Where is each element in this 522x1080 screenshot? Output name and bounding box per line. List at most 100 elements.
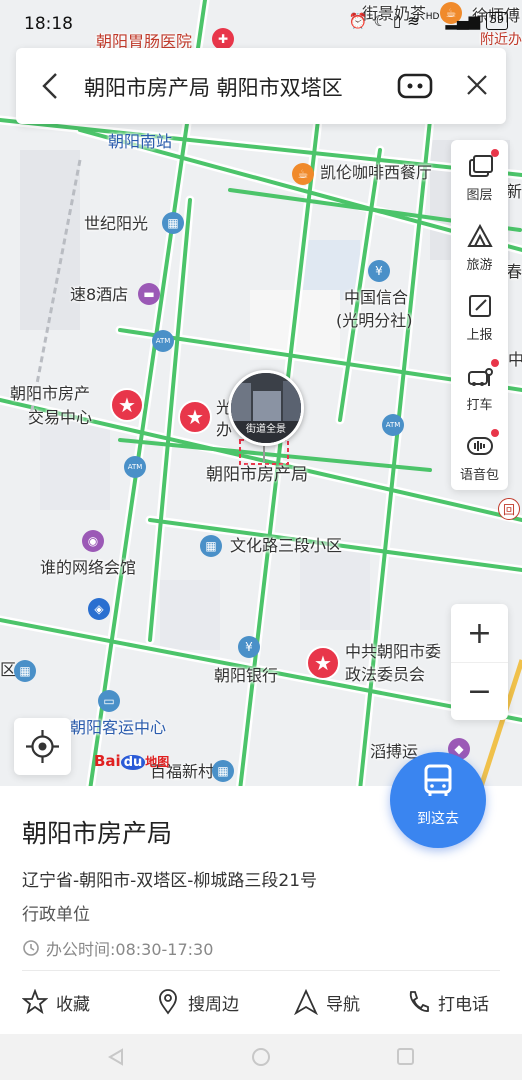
nav-home-icon xyxy=(252,1048,270,1066)
search-query[interactable]: 朝阳市房产局 朝阳市双塔区 xyxy=(84,72,343,102)
go-here-button[interactable]: 到这去 xyxy=(390,752,486,848)
badge-dot xyxy=(491,149,499,157)
poi-label[interactable]: 政法委员会 xyxy=(345,665,425,685)
crosshair-icon xyxy=(26,730,59,763)
nav-back-icon xyxy=(108,1048,123,1066)
navigation-arrow-icon xyxy=(294,989,318,1015)
taxi-icon xyxy=(468,368,493,386)
favorite-button[interactable]: 收藏 xyxy=(22,988,90,1016)
atm-icon[interactable]: ATM xyxy=(124,456,146,478)
star-pin-icon[interactable]: ★ xyxy=(306,646,340,680)
poi-label[interactable]: 朝阳市房产 xyxy=(10,384,90,404)
go-here-label: 到这去 xyxy=(417,811,459,827)
badge-dot xyxy=(491,429,499,437)
status-bar: 18:18 ⏰ ☾ ▯ ≋ HD ▂▄▆ 59 xyxy=(0,0,522,48)
poi-label[interactable]: 凯伦咖啡西餐厅 xyxy=(320,163,432,183)
poi-label[interactable]: (光明分社) xyxy=(336,311,413,331)
baidu-map-logo: Bai du 地图 xyxy=(94,752,169,770)
system-nav-bar xyxy=(0,1034,522,1080)
moon-icon: ☾ xyxy=(373,12,387,30)
building-icon[interactable]: ▦ xyxy=(200,535,222,557)
building-icon[interactable]: ▦ xyxy=(14,660,36,682)
tool-taxi[interactable]: 打车 xyxy=(451,350,508,420)
poi-label[interactable]: 办 xyxy=(216,420,232,440)
star-outline-icon xyxy=(22,989,48,1015)
poi-label[interactable]: 交易中心 xyxy=(28,408,92,428)
building-icon[interactable]: ▦ xyxy=(162,212,184,234)
search-nearby-button[interactable]: 搜周边 xyxy=(156,988,239,1016)
place-category: 行政单位 xyxy=(22,905,90,925)
poi-label[interactable]: 谁的网络会馆 xyxy=(40,558,136,578)
poi-label[interactable]: 文化路三段小区 xyxy=(230,536,342,556)
hours-text: 办公时间:08:30-17:30 xyxy=(46,940,214,959)
action-label: 打电话 xyxy=(438,994,489,1015)
tool-label: 图层 xyxy=(466,188,493,203)
zoom-controls: + − xyxy=(451,604,508,720)
locate-me-button[interactable] xyxy=(14,718,71,775)
atm-icon[interactable]: ATM xyxy=(382,414,404,436)
map-toolbar: 图层 旅游 上报 打车 语音包 xyxy=(451,140,508,490)
building-icon[interactable]: ▦ xyxy=(212,760,234,782)
action-label: 收藏 xyxy=(56,994,90,1015)
battery-icon: 59 xyxy=(486,12,508,30)
poi-label[interactable]: 中 xyxy=(508,350,522,370)
tool-voice-pack[interactable]: 语音包 xyxy=(451,420,508,490)
poi-label[interactable]: 朝阳客运中心 xyxy=(70,718,166,738)
cafe-icon[interactable]: ☕ xyxy=(292,163,314,185)
poi-label[interactable]: 朝阳南站 xyxy=(108,132,172,152)
poi-label[interactable]: 中国信合 xyxy=(344,288,408,308)
hd-icon: HD xyxy=(425,12,440,22)
navigate-button[interactable]: 导航 xyxy=(294,988,360,1016)
bus-station-icon[interactable]: ▭ xyxy=(98,690,120,712)
logo-suffix: 地图 xyxy=(145,755,170,769)
voice-assistant-icon[interactable] xyxy=(397,72,433,100)
tool-label: 语音包 xyxy=(459,468,499,483)
tool-layers[interactable]: 图层 xyxy=(451,140,508,210)
clock-icon xyxy=(23,940,39,956)
internet-cafe-icon[interactable]: ◉ xyxy=(82,530,104,552)
status-time: 18:18 xyxy=(24,14,73,34)
star-pin-icon[interactable]: ★ xyxy=(110,388,144,422)
close-icon[interactable] xyxy=(464,72,490,98)
hotel-icon[interactable]: ▬ xyxy=(138,283,160,305)
place-name: 朝阳市房产局 xyxy=(22,819,173,848)
bank-icon[interactable]: 回 xyxy=(498,498,520,520)
search-bar[interactable]: 朝阳市房产局 朝阳市双塔区 xyxy=(16,48,506,124)
logo-du: du xyxy=(120,755,146,770)
status-icons: ⏰ ☾ ▯ ≋ HD ▂▄▆ 59 xyxy=(349,12,508,30)
signal-icon: ▂▄▆ xyxy=(445,12,480,30)
nav-recents-icon xyxy=(397,1048,414,1065)
street-view-label: 街道全景 xyxy=(246,424,286,435)
divider xyxy=(22,970,500,971)
location-pin-icon xyxy=(159,989,177,1015)
zoom-out-button[interactable]: − xyxy=(451,662,508,720)
poi-label[interactable]: 春 xyxy=(506,262,522,282)
back-arrow-icon[interactable] xyxy=(38,70,66,102)
poi-label[interactable]: 新 xyxy=(506,182,522,202)
atm-icon[interactable]: ATM xyxy=(152,330,174,352)
alarm-icon: ⏰ xyxy=(348,12,368,30)
poi-label-selected[interactable]: 朝阳市房产局 xyxy=(206,465,308,485)
report-icon xyxy=(469,295,491,317)
logo-text: Bai xyxy=(94,752,121,770)
action-label: 搜周边 xyxy=(188,994,239,1015)
badge-dot xyxy=(491,359,499,367)
call-button[interactable]: 打电话 xyxy=(406,988,489,1016)
star-pin-icon[interactable]: ★ xyxy=(178,400,212,434)
bank-icon[interactable]: ¥ xyxy=(368,260,390,282)
zoom-in-button[interactable]: + xyxy=(451,604,508,662)
poi-label[interactable]: 速8酒店 xyxy=(70,285,128,305)
tool-travel[interactable]: 旅游 xyxy=(451,210,508,280)
bus-icon xyxy=(424,764,452,796)
opening-hours: 办公时间:08:30-17:30 xyxy=(22,936,213,960)
system-nav-icons xyxy=(108,1048,414,1066)
tool-report[interactable]: 上报 xyxy=(451,280,508,350)
street-view-thumbnail[interactable]: 街道全景 xyxy=(228,370,304,446)
bank-icon[interactable]: ◈ xyxy=(88,598,110,620)
bank-icon[interactable]: ¥ xyxy=(238,636,260,658)
tool-label: 打车 xyxy=(466,398,493,413)
poi-label[interactable]: 朝阳银行 xyxy=(214,666,278,686)
poi-label[interactable]: 中共朝阳市委 xyxy=(345,642,441,662)
poi-label[interactable]: 世纪阳光 xyxy=(84,214,148,234)
phone-icon xyxy=(409,991,429,1012)
